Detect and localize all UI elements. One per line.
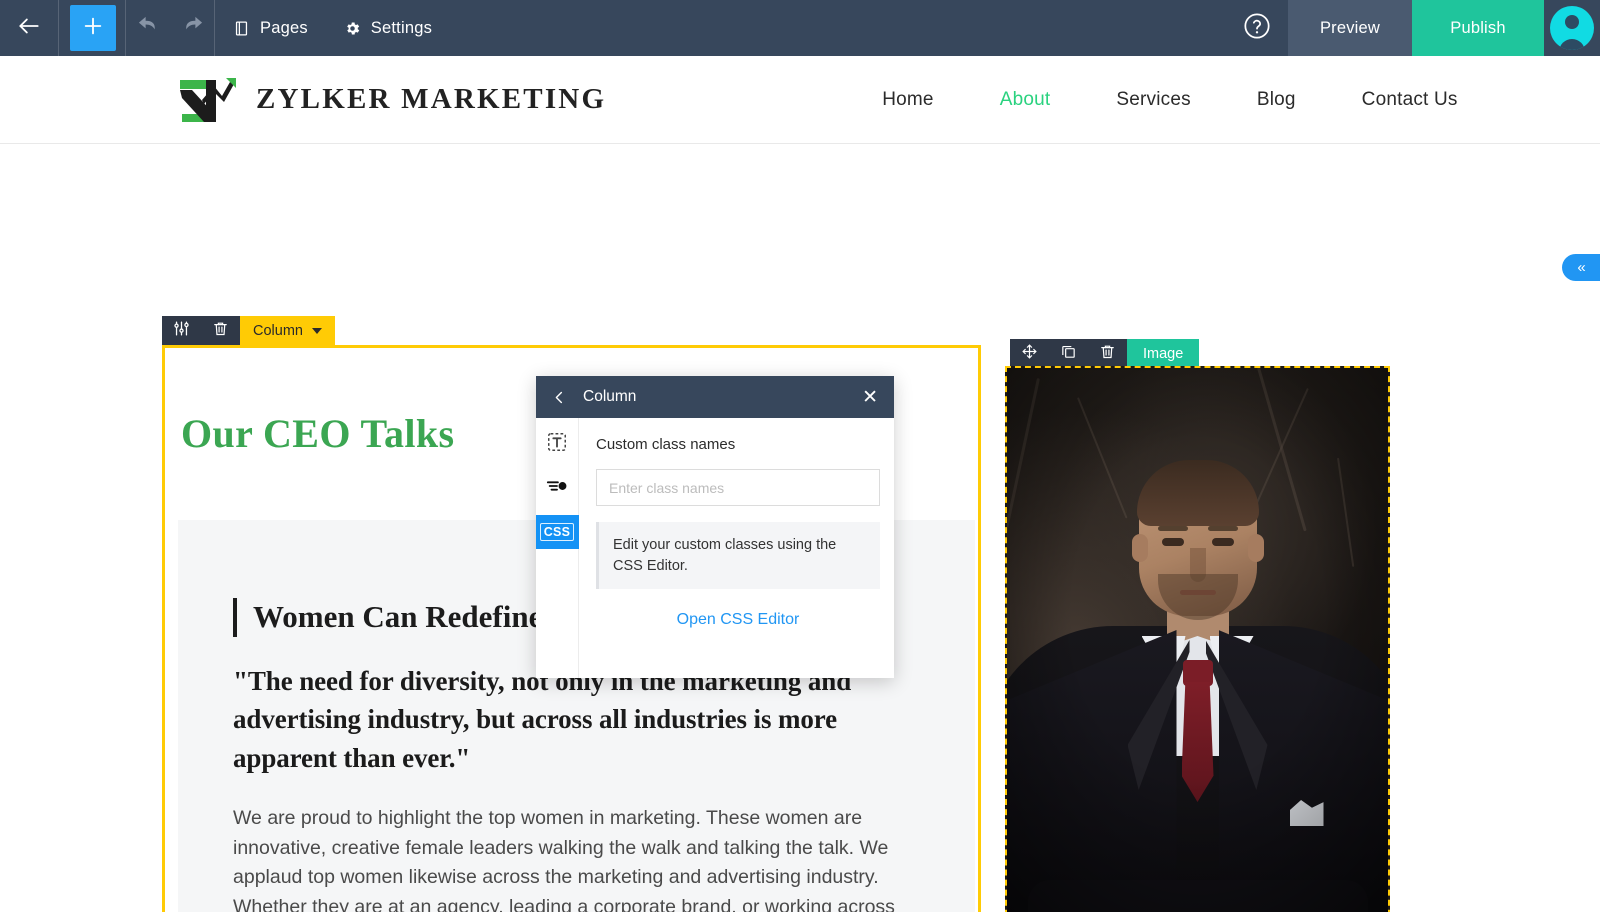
column-type-label: Column [253,323,303,339]
column-type-dropdown[interactable]: Column [240,316,335,346]
image-block-toolbar: Image [1010,339,1200,369]
css-label: CSS [539,523,575,541]
publish-button[interactable]: Publish [1412,0,1544,56]
man-in-dark-suit-portrait [1007,368,1388,912]
chevron-left-icon[interactable] [552,390,567,405]
site-header: ZYLKER MARKETING Home About Services Blo… [0,56,1600,144]
modal-tab-css[interactable]: CSS [535,515,579,549]
brand-name: ZYLKER MARKETING [256,83,607,115]
help-button[interactable] [1226,0,1288,56]
body-paragraph: We are proud to highlight the top women … [233,807,895,912]
site-nav: Home About Services Blog Contact Us [849,89,1490,111]
redo-button[interactable] [170,0,214,56]
modal-tab-animation[interactable] [536,471,579,505]
avatar[interactable] [1544,0,1600,56]
open-css-editor-link[interactable]: Open CSS Editor [596,611,880,629]
custom-class-label: Custom class names [596,436,736,453]
custom-class-input[interactable] [596,469,880,506]
page-title: Our CEO Talks [181,411,455,456]
pages-label: Pages [260,18,308,37]
pages-icon [233,20,250,37]
arrow-left-icon [16,13,42,44]
column-block-toolbar: Column [162,316,335,346]
image-duplicate-button[interactable] [1049,339,1088,369]
nav-item-contact-us[interactable]: Contact Us [1329,89,1491,111]
pages-button[interactable]: Pages [215,0,326,56]
modal-body: CSS Custom class names Edit your custom … [535,418,894,678]
help-circle-icon [1243,12,1271,45]
modal-tab-list: CSS [535,418,579,678]
trash-icon [212,320,229,342]
quote-title: Women Can Redefine [233,598,542,637]
collapse-panel-button[interactable]: « [1562,254,1600,281]
css-editor-note: Edit your custom classes using the CSS E… [596,522,880,590]
gear-icon [344,20,361,37]
modal-header: Column ✕ [536,376,894,418]
css-pane: Custom class names Edit your custom clas… [579,418,894,678]
user-avatar-icon [1550,6,1594,50]
editor-toolbar: Pages Settings Preview Publish [0,0,1600,56]
zm-monogram-logo [176,74,238,126]
trash-icon [1099,343,1116,365]
back-button[interactable] [0,0,58,56]
sliders-icon [173,320,190,342]
image-delete-button[interactable] [1088,339,1127,369]
duplicate-icon [1060,343,1077,365]
motion-dot-icon [546,475,568,502]
move-icon [1021,343,1038,365]
image-move-button[interactable] [1010,339,1049,369]
nav-item-home[interactable]: Home [849,89,966,111]
preview-label: Preview [1319,18,1381,37]
modal-tab-text[interactable] [536,427,579,461]
plus-icon [82,15,104,42]
undo-button[interactable] [126,0,170,56]
redo-arrow-icon [181,14,204,42]
nav-item-about[interactable]: About [967,89,1084,111]
undo-arrow-icon [137,14,160,42]
chevron-down-icon [311,328,322,334]
image-block-label: Image [1127,339,1200,369]
close-icon[interactable]: ✕ [862,388,878,407]
publish-label: Publish [1450,18,1506,37]
add-element-button[interactable] [59,0,125,56]
editor-canvas: « Column Our CEO Talks Women Can Redefin… [0,145,1600,912]
nav-item-blog[interactable]: Blog [1224,89,1329,111]
settings-button[interactable]: Settings [326,0,450,56]
nav-item-services[interactable]: Services [1083,89,1223,111]
text-box-icon [546,431,568,458]
settings-label: Settings [370,18,433,37]
column-settings-button[interactable] [162,316,201,346]
image-block[interactable] [1005,366,1390,912]
brand[interactable]: ZYLKER MARKETING [176,74,606,126]
quote-text: "The need for diversity, not only in the… [233,666,852,773]
column-settings-modal: Column ✕ CSS Custom class names Enter cl… [535,376,894,678]
preview-button[interactable]: Preview [1288,0,1412,56]
modal-title: Column [583,388,637,405]
column-delete-button[interactable] [201,316,240,346]
